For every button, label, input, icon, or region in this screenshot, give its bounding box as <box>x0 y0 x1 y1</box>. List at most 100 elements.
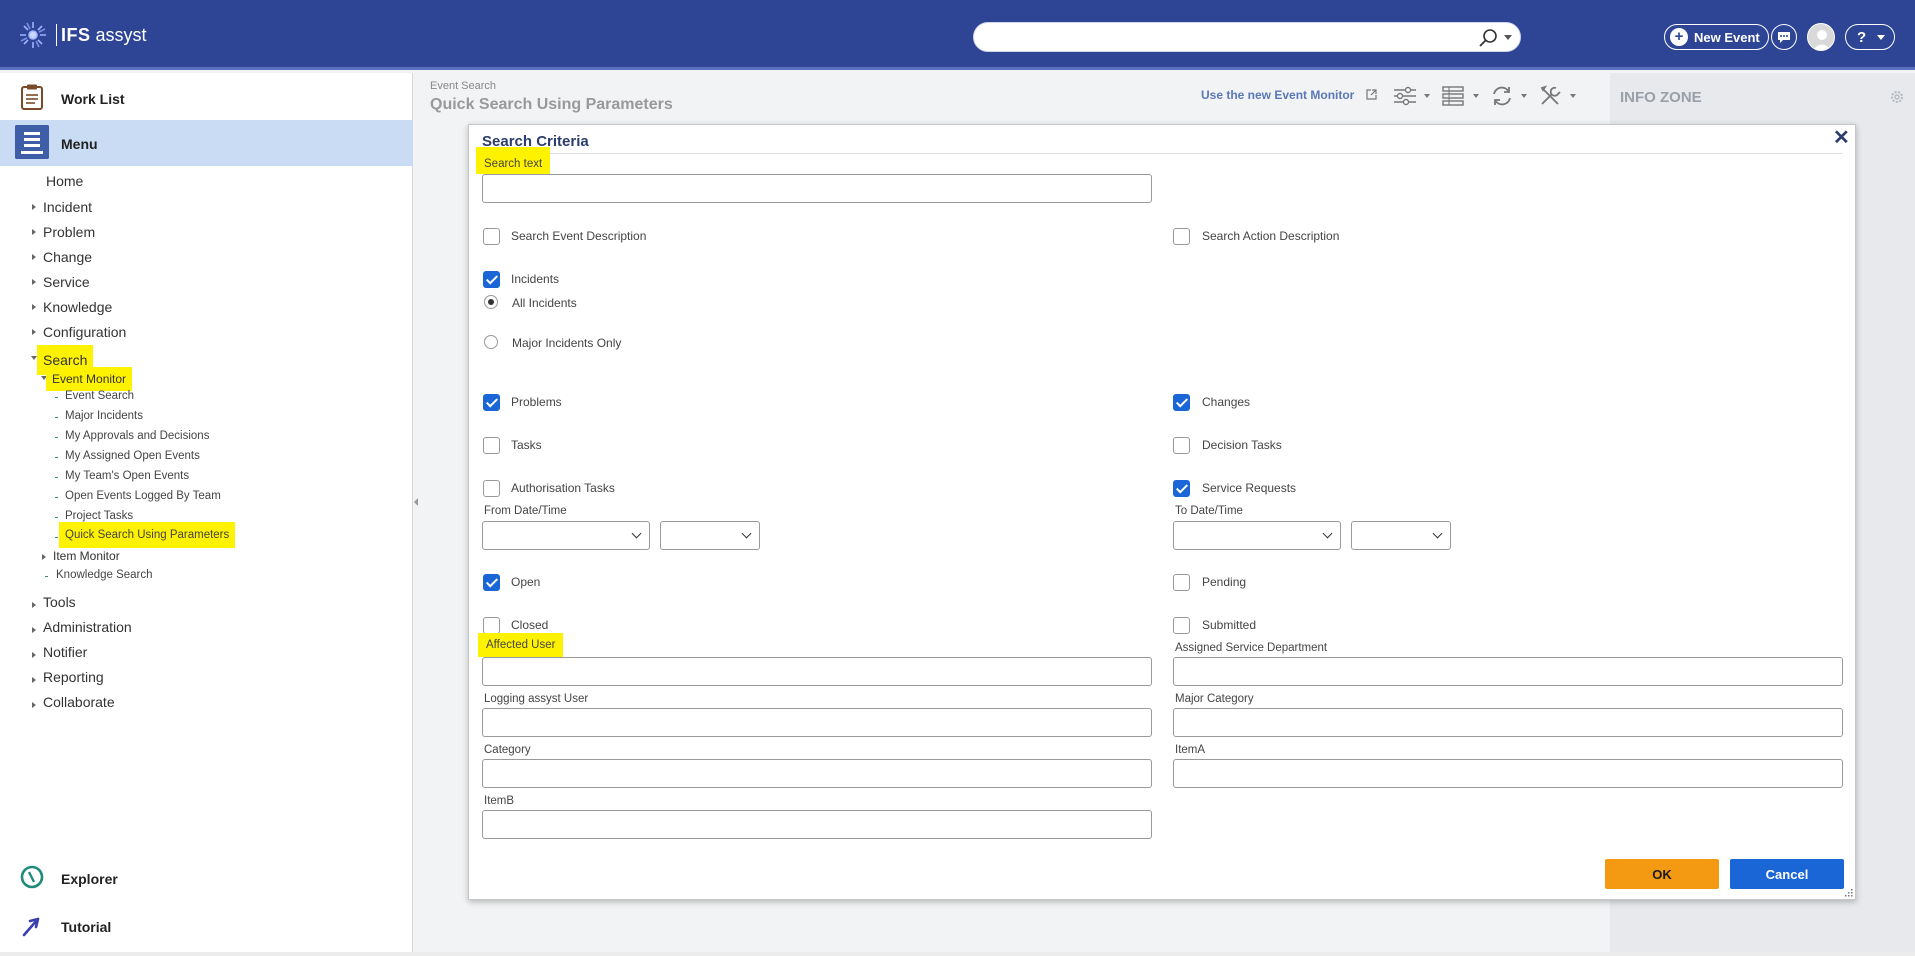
expand-incident-icon[interactable] <box>32 204 36 210</box>
submitted-checkbox[interactable] <box>1173 617 1190 634</box>
menu-header[interactable]: Menu <box>0 120 413 166</box>
app-logo[interactable]: IFS assyst <box>18 20 147 50</box>
global-search-input[interactable] <box>973 22 1521 52</box>
tree-notifier[interactable]: Notifier <box>43 644 87 660</box>
tools-button[interactable] <box>1538 84 1576 108</box>
sliders-icon <box>1394 86 1416 106</box>
closed-label: Closed <box>511 618 549 632</box>
open-checkbox[interactable] <box>483 574 500 591</box>
chat-button[interactable] <box>1771 24 1797 50</box>
expand-problem-icon[interactable] <box>32 229 36 235</box>
tree-project-tasks[interactable]: Project Tasks <box>65 510 133 522</box>
search-text-input[interactable] <box>482 174 1152 203</box>
tree-item-monitor[interactable]: Item Monitor <box>53 549 120 563</box>
changes-label: Changes <box>1202 395 1251 409</box>
new-event-monitor-link[interactable]: Use the new Event Monitor <box>1201 88 1377 102</box>
tree-quick-search[interactable]: Quick Search Using Parameters <box>59 522 236 548</box>
breadcrumb[interactable]: Event Search <box>430 80 496 92</box>
to-date-select[interactable] <box>1173 521 1341 550</box>
tree-tools[interactable]: Tools <box>43 594 76 610</box>
expand-service-icon[interactable] <box>32 279 36 285</box>
columns-button[interactable] <box>1441 84 1479 108</box>
tree-major-incidents[interactable]: Major Incidents <box>65 410 143 422</box>
resize-grip-icon[interactable] <box>1845 889 1853 897</box>
tree-incident[interactable]: Incident <box>43 199 92 215</box>
problems-label: Problems <box>511 395 562 409</box>
tree-change[interactable]: Change <box>43 249 92 265</box>
all-incidents-radio[interactable] <box>484 295 498 309</box>
gear-icon[interactable] <box>1889 89 1905 105</box>
expand-tools-icon[interactable] <box>32 602 36 608</box>
tree-open-events-team[interactable]: Open Events Logged By Team <box>65 490 221 502</box>
expand-collaborate-icon[interactable] <box>32 702 36 708</box>
search-action-description-checkbox[interactable] <box>1173 228 1190 245</box>
close-icon[interactable]: ✕ <box>1833 128 1850 148</box>
chevron-down-icon <box>1473 94 1479 98</box>
expand-administration-icon[interactable] <box>32 627 36 633</box>
to-date-label: To Date/Time <box>1175 505 1243 517</box>
tree-knowledge[interactable]: Knowledge <box>43 299 112 315</box>
logging-user-input[interactable] <box>482 708 1152 737</box>
bottom-strip <box>0 952 1915 956</box>
tree-event-monitor[interactable]: Event Monitor <box>46 367 133 391</box>
cancel-button[interactable]: Cancel <box>1730 859 1844 889</box>
service-requests-checkbox[interactable] <box>1173 480 1190 497</box>
tree-administration[interactable]: Administration <box>43 619 132 635</box>
expand-knowledge-icon[interactable] <box>32 304 36 310</box>
pending-checkbox[interactable] <box>1173 574 1190 591</box>
expand-item-monitor-icon[interactable] <box>42 554 46 560</box>
bullet-icon <box>55 397 58 398</box>
worklist-link[interactable]: Work List <box>0 76 413 120</box>
tree-reporting[interactable]: Reporting <box>43 669 104 685</box>
tasks-checkbox[interactable] <box>483 437 500 454</box>
tree-my-team[interactable]: My Team's Open Events <box>65 470 189 482</box>
tree-service[interactable]: Service <box>43 274 90 290</box>
tree-my-assigned[interactable]: My Assigned Open Events <box>65 450 200 462</box>
authorisation-tasks-checkbox[interactable] <box>483 480 500 497</box>
major-category-input[interactable] <box>1173 708 1843 737</box>
tree-home[interactable]: Home <box>46 173 83 189</box>
search-event-description-checkbox[interactable] <box>483 228 500 245</box>
arrow-cursor-icon <box>22 917 40 937</box>
tree-collaborate[interactable]: Collaborate <box>43 694 115 710</box>
collapse-sidebar-icon[interactable] <box>414 498 418 506</box>
tree-knowledge-search[interactable]: Knowledge Search <box>56 569 153 581</box>
expand-notifier-icon[interactable] <box>32 652 36 658</box>
chevron-down-icon <box>1521 94 1527 98</box>
ok-button[interactable]: OK <box>1605 859 1719 889</box>
affected-user-input[interactable] <box>482 657 1152 686</box>
changes-checkbox[interactable] <box>1173 394 1190 411</box>
tree-problem[interactable]: Problem <box>43 224 95 240</box>
help-button[interactable]: ? <box>1845 24 1895 50</box>
tree-event-search[interactable]: Event Search <box>65 390 134 402</box>
problems-checkbox[interactable] <box>483 394 500 411</box>
tree-my-approvals[interactable]: My Approvals and Decisions <box>65 430 209 442</box>
item-a-input[interactable] <box>1173 759 1843 788</box>
expand-change-icon[interactable] <box>32 254 36 260</box>
major-incidents-only-label: Major Incidents Only <box>512 336 622 350</box>
from-date-select[interactable] <box>482 521 650 550</box>
sidebar-splitter[interactable] <box>413 73 419 956</box>
affected-user-label: Affected User <box>478 633 564 657</box>
expand-reporting-icon[interactable] <box>32 677 36 683</box>
search-icon[interactable] <box>1478 28 1498 48</box>
chevron-down-icon <box>741 528 752 539</box>
assigned-dept-input[interactable] <box>1173 657 1843 686</box>
closed-checkbox[interactable] <box>483 617 500 634</box>
refresh-button[interactable] <box>1489 84 1527 108</box>
expand-configuration-icon[interactable] <box>32 329 36 335</box>
category-input[interactable] <box>482 759 1152 788</box>
user-avatar[interactable] <box>1807 23 1835 51</box>
decision-tasks-checkbox[interactable] <box>1173 437 1190 454</box>
from-date-label: From Date/Time <box>484 505 567 517</box>
to-time-select[interactable] <box>1351 521 1451 550</box>
item-b-input[interactable] <box>482 810 1152 839</box>
top-bar: IFS assyst + New Event ? <box>0 0 1915 70</box>
new-event-button[interactable]: + New Event <box>1664 24 1769 50</box>
incidents-checkbox[interactable] <box>483 271 500 288</box>
filter-settings-button[interactable] <box>1392 84 1430 108</box>
search-options-caret-icon[interactable] <box>1504 35 1512 40</box>
tree-configuration[interactable]: Configuration <box>43 324 126 340</box>
major-incidents-only-radio[interactable] <box>484 335 498 349</box>
from-time-select[interactable] <box>660 521 760 550</box>
